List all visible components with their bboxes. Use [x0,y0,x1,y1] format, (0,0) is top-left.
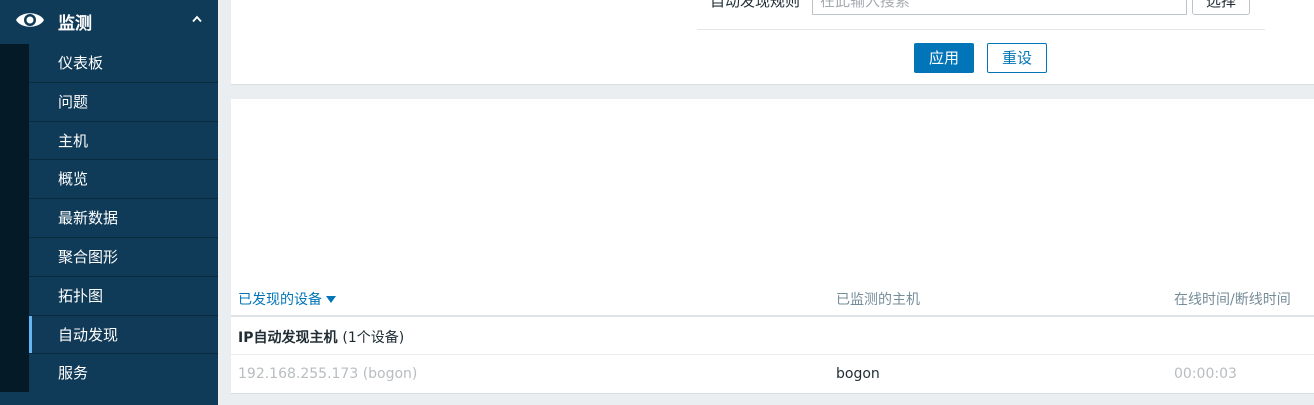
sidebar-item-dashboard[interactable]: 仪表板 [29,44,218,83]
sidebar-item-overview[interactable]: 概览 [29,160,218,200]
sidebar-rail [0,44,29,392]
sidebar: 监测 仪表板 问题 主机 概览 最新数据 聚合图形 拓扑图 自动发现 服务 [0,0,218,405]
sidebar-item-label: 主机 [58,131,89,150]
table-header: 已发现的设备 已监测的主机 在线时间/断线时间 [231,281,1314,317]
sidebar-item-screens[interactable]: 聚合图形 [29,237,218,277]
sidebar-item-discovery[interactable]: 自动发现 [29,315,218,355]
sort-down-icon [326,296,336,303]
sidebar-bottom [0,392,218,405]
discovery-rule-label: 自动发现规则 [710,0,801,10]
chevron-up-icon[interactable] [192,15,202,23]
sidebar-item-label: 自动发现 [58,325,119,344]
filter-panel: 自动发现规则 在此输入搜索 选择 应用 重设 [231,0,1314,85]
column-header-discovered-devices[interactable]: 已发现的设备 [238,289,336,309]
sidebar-section-monitoring[interactable]: 监测 [0,0,218,44]
table-group-row: IP自动发现主机 (1个设备) [231,317,1314,355]
sidebar-item-label: 概览 [58,170,89,189]
sidebar-item-label: 问题 [58,92,89,111]
sidebar-item-maps[interactable]: 拓扑图 [29,276,218,316]
column-header-uptime: 在线时间/断线时间 [1174,292,1291,308]
group-name: IP自动发现主机 (1个设备) [238,327,404,347]
column-header-label: 已发现的设备 [238,292,322,308]
filter-row-discovery-rule: 自动发现规则 在此输入搜索 选择 [697,0,1265,30]
monitored-host-link[interactable]: bogon [836,366,880,382]
eye-icon [16,13,44,27]
apply-button[interactable]: 应用 [914,43,974,73]
sidebar-item-latest-data[interactable]: 最新数据 [29,199,218,238]
group-title: IP自动发现主机 [238,330,338,346]
uptime-value: 00:00:03 [1174,366,1237,382]
sidebar-section-title: 监测 [58,14,92,34]
group-device-count: (1个设备) [342,330,405,346]
table-row: 192.168.255.173 (bogon) bogon 00:00:03 [231,356,1314,394]
sidebar-item-label: 服务 [58,364,89,383]
sidebar-item-hosts[interactable]: 主机 [29,121,218,161]
sidebar-item-label: 聚合图形 [58,247,119,266]
device-ip: 192.168.255.173 (bogon) [238,366,418,382]
discovery-rule-input[interactable]: 在此输入搜索 [812,0,1187,15]
sidebar-item-label: 最新数据 [58,209,119,228]
sidebar-item-problems[interactable]: 问题 [29,82,218,122]
reset-button[interactable]: 重设 [987,43,1047,73]
column-header-monitored-host: 已监测的主机 [836,292,920,308]
select-button[interactable]: 选择 [1192,0,1250,15]
sidebar-item-label: 仪表板 [58,54,104,72]
sidebar-menu: 仪表板 问题 主机 概览 最新数据 聚合图形 拓扑图 自动发现 服务 [29,44,218,394]
sidebar-item-label: 拓扑图 [58,286,104,305]
sidebar-item-services[interactable]: 服务 [29,354,218,394]
results-panel: 已发现的设备 已监测的主机 在线时间/断线时间 IP自动发现主机 (1个设备) … [231,99,1314,394]
